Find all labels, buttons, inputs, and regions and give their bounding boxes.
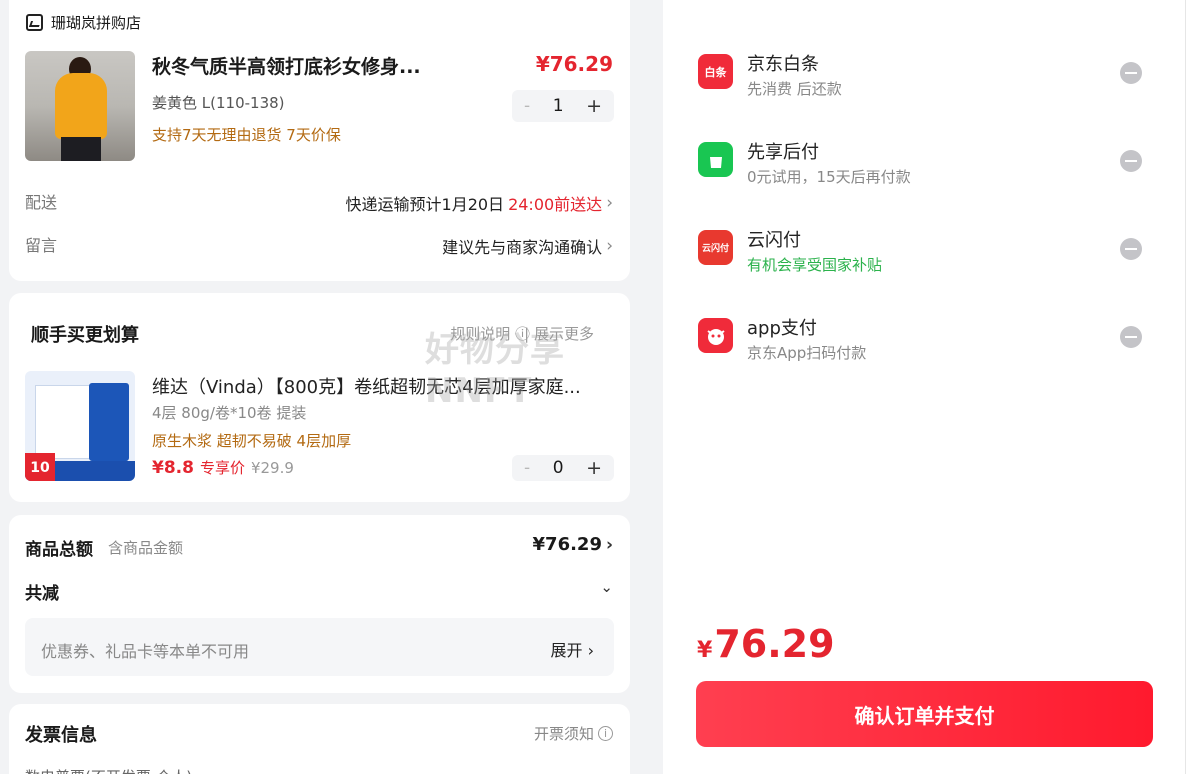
unionpay-icon: 云闪付	[698, 230, 733, 265]
chevron-down-icon[interactable]: ⌄	[600, 578, 613, 596]
pay-option-desc: 先消费 后还款	[747, 80, 842, 98]
jd-dog-icon	[698, 318, 733, 353]
message-label: 留言	[25, 236, 58, 255]
invoice-notice[interactable]: 开票须知 i	[534, 723, 613, 744]
addon-card: 顺手买更划算 规则说明 ⓘ | 展示更多 10 维达（Vinda）【800克】卷…	[9, 293, 630, 502]
decrement-button[interactable]: -	[524, 458, 530, 478]
rules-link[interactable]: 规则说明 ⓘ	[450, 323, 530, 344]
currency-symbol: ¥	[697, 638, 713, 663]
addon-price-row: ¥8.8 专享价 ¥29.9	[152, 457, 294, 478]
addon-product-spec: 4层 80g/卷*10卷 提装	[152, 404, 307, 422]
confirm-pay-button[interactable]: 确认订单并支付	[696, 681, 1153, 747]
delivery-deadline: 24:00前送达	[508, 195, 603, 214]
total-sub: 含商品金额	[108, 539, 184, 557]
pay-option-name: 先享后付	[747, 142, 819, 163]
coupon-text: 优惠券、礼品卡等本单不可用	[41, 642, 250, 661]
addon-quantity-stepper: - 0 +	[512, 455, 614, 481]
addon-product-tags: 原生木浆 超韧不易破 4层加厚	[152, 432, 352, 450]
total-label: 商品总额	[25, 540, 93, 560]
chevron-right-icon: ›	[606, 236, 613, 256]
product-image[interactable]	[25, 51, 135, 161]
addon-original-price: ¥29.9	[250, 459, 294, 477]
chevron-right-icon: ›	[587, 641, 594, 660]
addon-title: 顺手买更划算	[31, 325, 139, 346]
info-icon: i	[598, 726, 613, 741]
order-column: 珊瑚岚拼购店 秋冬气质半高领打底衫女修身... ¥76.29 姜黄色 L(110…	[0, 0, 640, 774]
expand-label: 展开	[550, 641, 583, 660]
pay-option-app[interactable]: app支付 京东App扫码付款	[698, 314, 866, 363]
message-value: 建议先与商家沟通确认	[442, 238, 603, 257]
reduce-label: 共减	[25, 584, 59, 604]
shop-header[interactable]: 珊瑚岚拼购店	[26, 12, 141, 33]
radio-yunshanfu[interactable]	[1120, 238, 1142, 260]
delivery-value: 快递运输预计1月20日	[345, 195, 505, 214]
adjacent-panel-edge	[1185, 0, 1195, 774]
radio-baitiao[interactable]	[1120, 62, 1142, 84]
chevron-right-icon: ›	[606, 193, 613, 213]
show-more-link[interactable]: | 展示更多	[524, 323, 594, 344]
addon-price-label: 专享价	[199, 459, 245, 477]
addon-price: ¥8.8	[152, 458, 194, 478]
shop-icon	[26, 14, 43, 31]
addon-product-image[interactable]: 10	[25, 371, 135, 481]
product-service-tags: 支持7天无理由退货 7天价保	[152, 126, 341, 144]
addon-badge: 10	[25, 453, 55, 481]
increment-button[interactable]: +	[586, 457, 602, 479]
product-title[interactable]: 秋冬气质半高领打底衫女修身...	[152, 52, 421, 79]
quantity-value[interactable]: 1	[553, 96, 564, 116]
shopping-bag-icon	[698, 142, 733, 177]
invoice-card: 发票信息 开票须知 i 数电普票(不开发票-个人)	[9, 704, 630, 774]
pay-option-name: 云闪付	[747, 230, 801, 251]
expand-button[interactable]: 展开 ›	[550, 637, 594, 661]
product-spec: 姜黄色 L(110-138)	[152, 94, 285, 112]
pay-option-desc: 0元试用，15天后再付款	[747, 168, 911, 186]
payment-panel: 白条 京东白条 先消费 后还款 先享后付 0元试用，15天后再付款 云闪付 云闪…	[663, 0, 1185, 774]
pay-option-desc: 有机会享受国家补贴	[747, 256, 883, 274]
shop-order-card: 珊瑚岚拼购店 秋冬气质半高领打底衫女修身... ¥76.29 姜黄色 L(110…	[9, 0, 630, 281]
pay-option-baitiao[interactable]: 白条 京东白条 先消费 后还款	[698, 50, 842, 99]
chevron-right-icon: ›	[605, 534, 613, 555]
pay-option-name: app支付	[747, 318, 817, 339]
baitiao-icon: 白条	[698, 54, 733, 89]
shop-name: 珊瑚岚拼购店	[51, 14, 142, 32]
total-value: ¥76.29	[532, 534, 602, 555]
total-value-row[interactable]: ¥76.29 ›	[533, 534, 613, 555]
coupon-box: 优惠券、礼品卡等本单不可用 展开 ›	[25, 618, 614, 676]
invoice-type[interactable]: 数电普票(不开发票-个人)	[25, 766, 192, 774]
decrement-button[interactable]: -	[524, 96, 530, 116]
pay-option-yunshanfu[interactable]: 云闪付 云闪付 有机会享受国家补贴	[698, 226, 882, 275]
price-summary-card: 商品总额 含商品金额 ¥76.29 › 共减 ⌄ 优惠券、礼品卡等本单不可用 展…	[9, 515, 630, 693]
total-amount-value: 76.29	[714, 622, 835, 666]
pay-option-xianxiang[interactable]: 先享后付 0元试用，15天后再付款	[698, 138, 911, 187]
product-price: ¥76.29	[535, 52, 613, 76]
radio-xianxiang[interactable]	[1120, 150, 1142, 172]
addon-quantity-value[interactable]: 0	[553, 458, 564, 478]
total-amount: ¥ 76.29	[697, 622, 835, 666]
invoice-title: 发票信息	[25, 725, 97, 746]
addon-product-title[interactable]: 维达（Vinda）【800克】卷纸超韧无芯4层加厚家庭...	[152, 373, 614, 399]
invoice-notice-label: 开票须知	[533, 725, 594, 743]
quantity-stepper: - 1 +	[512, 90, 614, 122]
message-row[interactable]: 建议先与商家沟通确认 ›	[442, 234, 613, 258]
delivery-label: 配送	[25, 193, 58, 212]
pay-option-name: 京东白条	[747, 54, 819, 75]
delivery-row[interactable]: 快递运输预计1月20日 24:00前送达 ›	[346, 191, 613, 215]
radio-app[interactable]	[1120, 326, 1142, 348]
pay-option-desc: 京东App扫码付款	[747, 344, 867, 362]
increment-button[interactable]: +	[586, 95, 602, 117]
